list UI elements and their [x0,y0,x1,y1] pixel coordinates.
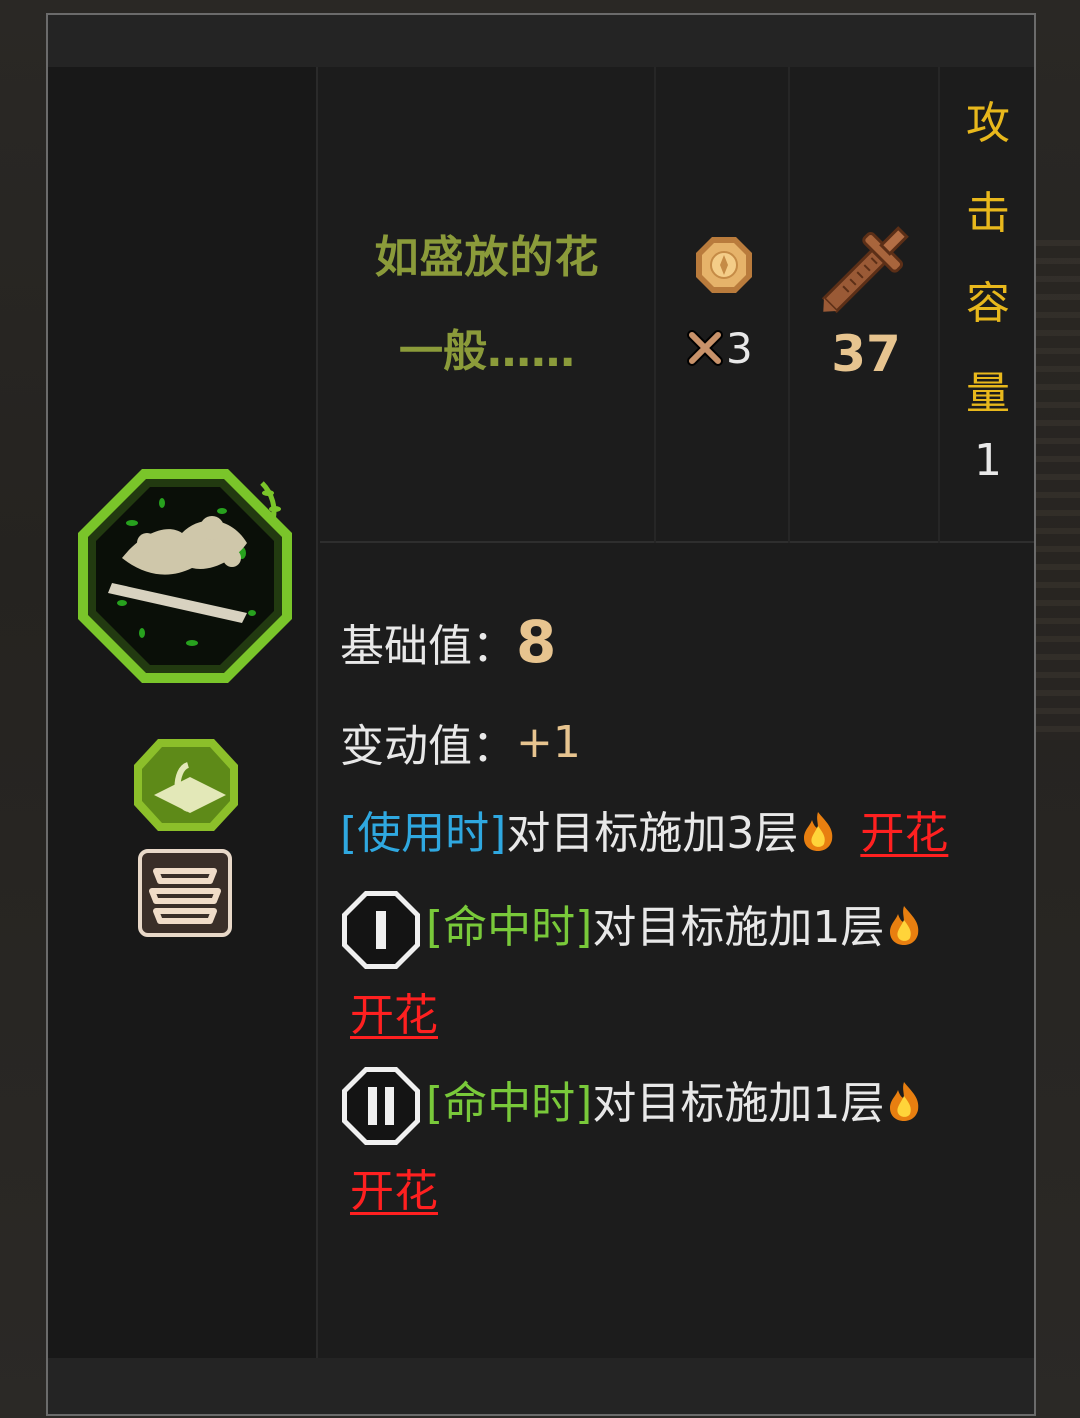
combat-page-card[interactable]: 如盛放的花 一般…… 3 37 攻击容量 1 基础值： 8 变动值： +1 [使… [46,13,1036,1416]
name-cell: 如盛放的花 一般…… [320,67,656,543]
keyword-bloom[interactable]: 开花 [350,990,438,1041]
effect-tag: [命中时] [426,902,593,953]
fire-icon [890,906,919,945]
cost-cell: 3 [658,67,790,543]
card-bottom-strip [48,1358,1034,1414]
effect-tag: [命中时] [426,1078,593,1129]
base-value: 8 [516,608,557,676]
background-decoration [1030,240,1080,740]
cost-value: 3 [726,323,753,373]
variable-value-label: 变动值： [340,721,516,772]
effect-text: 对目标施加1层 [592,1078,885,1129]
sword-icon [821,226,909,314]
dice-slot-1-icon [342,891,420,969]
card-name: 如盛放的花 [374,232,600,283]
effect-on-use: [使用时]对目标施加3层 开花 [340,790,1030,878]
dice-slot-2-icon [342,1067,420,1145]
fire-icon [804,812,833,851]
keyword-bloom[interactable]: 开花 [350,1166,438,1217]
base-value-line: 基础值： 8 [340,590,1030,694]
effect-tag: [使用时] [340,808,507,859]
card-description: 基础值： 8 变动值： +1 [使用时]对目标施加3层 开花 [命中时]对目标施… [340,590,1030,1236]
card-header: 如盛放的花 一般…… 3 37 攻击容量 1 [320,67,1034,543]
variable-value: +1 [516,716,581,768]
effect-text: 对目标施加1层 [592,902,885,953]
card-art-column [48,67,318,1361]
capacity-value: 1 [974,435,1002,486]
melee-range-icon[interactable] [130,735,242,835]
power-value: 37 [831,325,901,383]
capacity-label: 攻击容量 [966,98,1010,419]
power-cell: 37 [792,67,940,543]
keyword-bloom[interactable]: 开花 [860,808,948,859]
stack-type-icon[interactable] [136,847,234,939]
card-top-strip [48,15,1034,67]
cross-icon [687,330,723,366]
light-coin-icon [696,237,752,293]
card-rarity: 一般…… [399,326,575,377]
cost-row: 3 [686,323,753,373]
fire-icon [890,1082,919,1121]
screen: 如盛放的花 一般…… 3 37 攻击容量 1 基础值： 8 变动值： +1 [使… [0,0,1080,1418]
base-value-label: 基础值： [340,621,516,672]
effect-dice-2: [命中时]对目标施加1层 开花 [340,1060,1030,1236]
effect-text: 对目标施加3层 [506,808,799,859]
capacity-cell: 攻击容量 1 [942,67,1034,543]
flower-weapon-art[interactable] [72,463,298,689]
effect-dice-1: [命中时]对目标施加1层 开花 [340,884,1030,1060]
variable-value-line: 变动值： +1 [340,694,1030,790]
